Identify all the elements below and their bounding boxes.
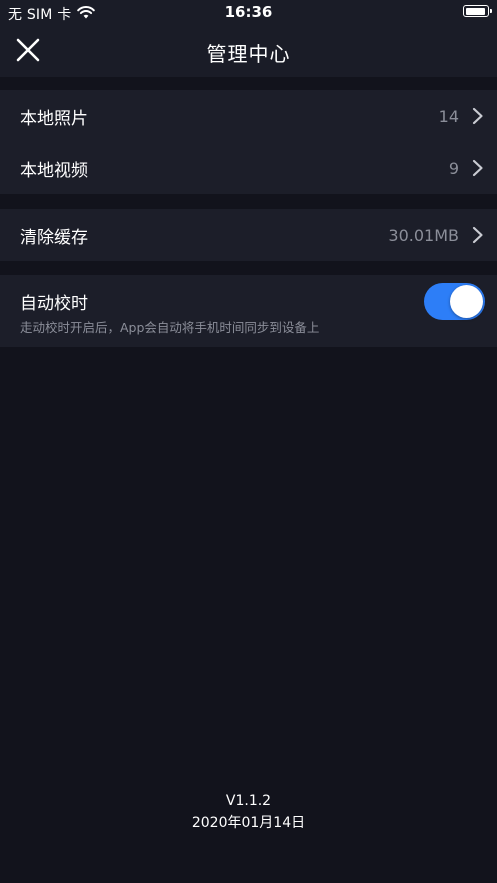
local-videos-label: 本地视频 <box>20 160 88 181</box>
local-videos-row[interactable]: 本地视频 9 <box>0 142 497 194</box>
auto-sync-toggle[interactable] <box>424 283 485 320</box>
status-time: 16:36 <box>224 3 273 21</box>
battery-fill <box>465 7 485 15</box>
status-bar: 无 SIM 卡 16:36 <box>0 0 497 24</box>
nav-bar: 管理中心 <box>0 24 497 77</box>
app-version: V1.1.2 <box>225 793 272 809</box>
cache-group: 清除缓存 30.01MB <box>0 209 497 261</box>
chevron-right-icon <box>472 226 483 244</box>
chevron-right-icon <box>472 159 483 177</box>
cache-size: 30.01MB <box>388 225 459 245</box>
local-photos-row[interactable]: 本地照片 14 <box>0 90 497 142</box>
auto-sync-group: 自动校时 走动校时开启后，App会自动将手机时间同步到设备上 <box>0 275 497 347</box>
local-photos-count: 14 <box>438 106 459 126</box>
release-date: 2020年01月14日 <box>191 815 306 831</box>
page-title: 管理中心 <box>206 42 291 66</box>
local-videos-count: 9 <box>448 158 459 178</box>
battery-icon <box>463 5 492 17</box>
media-group: 本地照片 14 本地视频 9 <box>0 90 497 194</box>
auto-sync-description: 走动校时开启后，App会自动将手机时间同步到设备上 <box>20 320 320 335</box>
toggle-knob <box>450 285 483 318</box>
clear-cache-row[interactable]: 清除缓存 30.01MB <box>0 209 497 261</box>
clear-cache-label: 清除缓存 <box>20 227 88 248</box>
chevron-right-icon <box>472 107 483 125</box>
auto-sync-row: 自动校时 走动校时开启后，App会自动将手机时间同步到设备上 <box>0 275 497 347</box>
auto-sync-label: 自动校时 <box>20 294 88 314</box>
management-center-screen: 无 SIM 卡 16:36 管理中心 本地照片 14 本地视频 9 清除缓存 3… <box>0 0 497 883</box>
app-footer: V1.1.2 2020年01月14日 <box>0 790 497 834</box>
local-photos-label: 本地照片 <box>20 108 88 129</box>
